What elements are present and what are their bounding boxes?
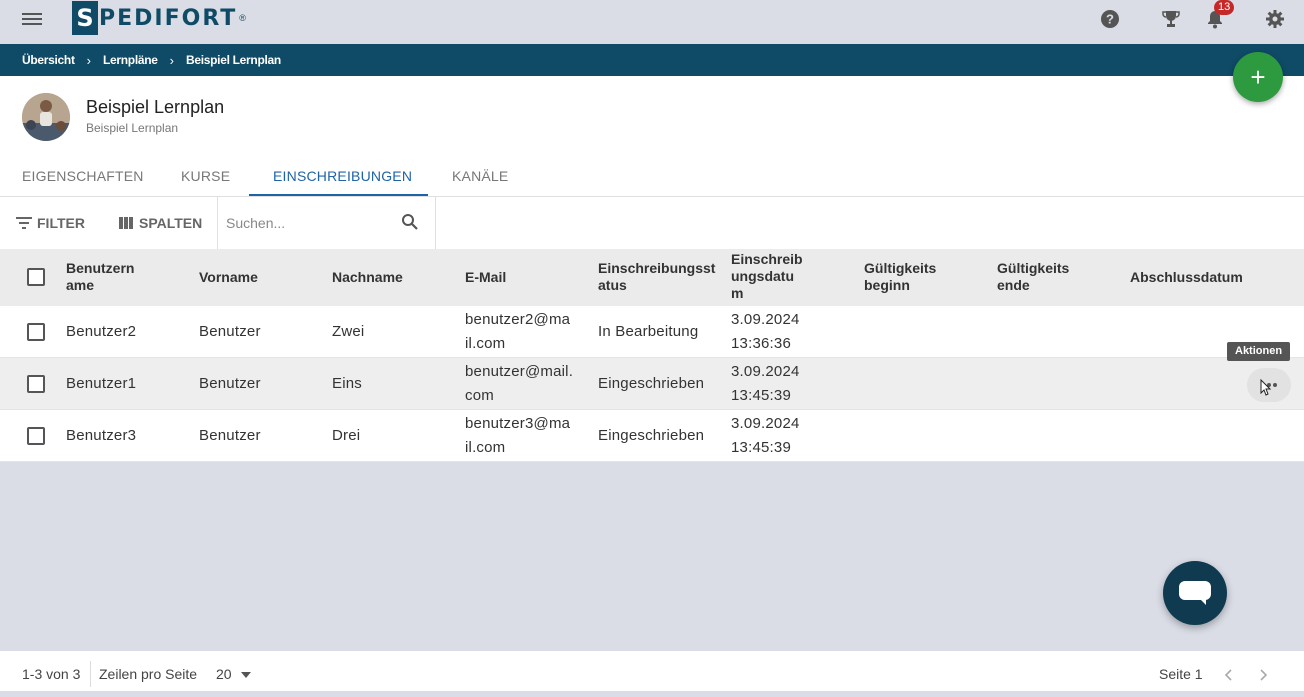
cell-username: Benutzer3 [66,427,137,444]
breadcrumb: Übersicht › Lernpläne › Beispiel Lernpla… [0,44,1304,76]
search-box [217,197,436,249]
column-header-email[interactable]: E-Mail [465,269,506,286]
cell-lastname: Drei [332,427,361,444]
table-toolbar: FILTER SPALTEN [0,197,1304,249]
tab-courses[interactable]: KURSE [181,156,230,197]
actions-tooltip: Aktionen [1227,342,1291,361]
table-row[interactable]: Benutzer3 Benutzer Drei benutzer3@ma il.c… [0,410,1304,462]
avatar [22,93,70,141]
chat-button[interactable] [1163,561,1227,625]
top-bar: S PEDIFORT ® ? 13 [0,0,1304,44]
divider [90,661,91,687]
caret-down-icon [241,672,252,679]
next-page-button[interactable] [1260,651,1268,697]
logo[interactable]: S PEDIFORT ® [72,0,246,36]
breadcrumb-overview[interactable]: Übersicht [22,53,75,67]
page-title: Beispiel Lernplan [86,97,225,117]
cell-firstname: Benutzer [199,323,261,340]
active-tab-indicator [249,194,428,196]
column-header-completion-date[interactable]: Abschlussdatum [1130,269,1243,286]
cell-username: Benutzer2 [66,323,137,340]
filter-label: FILTER [37,215,85,231]
logo-registered: ® [239,13,246,23]
cell-email: benutzer2@ma il.com [465,311,571,352]
cell-lastname: Zwei [332,323,365,340]
tab-properties[interactable]: EIGENSCHAFTEN [22,156,144,197]
table-header: Benutzern ame Vorname Nachname E-Mail Ein… [0,249,1304,306]
bell-icon[interactable]: 13 [1204,0,1235,30]
plus-icon: + [1250,61,1266,92]
filter-button[interactable]: FILTER [16,197,85,249]
add-button[interactable]: + [1233,52,1283,102]
column-header-valid-from[interactable]: Gültigkeits beginn [864,260,936,294]
tab-bar: EIGENSCHAFTEN KURSE EINSCHREIBUNGEN KANÄ… [0,156,1304,197]
column-header-status[interactable]: Einschreibungsst atus [598,260,715,294]
pagination-footer: 1-3 von 3 Zeilen pro Seite 20 Seite 1 [0,651,1304,691]
cell-enrollment-date: 3.09.2024 13:36:36 [731,311,800,352]
cell-lastname: Eins [332,375,362,392]
breadcrumb-learning-plans[interactable]: Lernpläne [103,53,158,67]
cell-status: In Bearbeitung [598,323,699,340]
more-horizontal-icon [1260,378,1277,396]
rows-per-page-label: Zeilen pro Seite [99,666,198,682]
cell-status: Eingeschrieben [598,427,705,444]
pagination-range: 1-3 von 3 [22,666,81,682]
cell-email: benutzer3@ma il.com [465,415,571,456]
breadcrumb-current: Beispiel Lernplan [186,53,281,67]
chevron-right-icon: › [86,52,91,68]
page-indicator: Seite 1 [1159,666,1203,682]
notification-badge: 13 [1214,0,1235,15]
columns-button[interactable]: SPALTEN [119,197,202,249]
menu-icon[interactable] [22,10,42,26]
columns-label: SPALTEN [139,215,203,231]
table-row[interactable]: Benutzer1 Benutzer Eins benutzer@mail. co… [0,358,1304,410]
chevron-right-icon: › [169,52,174,68]
search-input[interactable] [226,211,386,235]
trophy-icon[interactable] [1160,8,1182,30]
tab-enrollments[interactable]: EINSCHREIBUNGEN [273,156,412,197]
cell-email: benutzer@mail. com [465,363,574,404]
column-header-valid-until[interactable]: Gültigkeits ende [997,260,1069,294]
column-header-enrollment-date[interactable]: Einschreib ungsdatu m [731,251,803,302]
cell-status: Eingeschrieben [598,375,705,392]
main-panel: Beispiel Lernplan Beispiel Lernplan EIGE… [0,76,1304,462]
cell-username: Benutzer1 [66,375,137,392]
logo-mark: S [72,1,98,35]
cell-firstname: Benutzer [199,427,261,444]
column-header-lastname[interactable]: Nachname [332,269,403,286]
cell-enrollment-date: 3.09.2024 13:45:39 [731,363,800,404]
previous-page-button[interactable] [1224,651,1232,697]
chevron-left-icon [1224,669,1232,681]
columns-icon [119,217,133,229]
rows-per-page-value: 20 [216,666,232,682]
search-icon[interactable] [401,213,419,231]
row-actions-button[interactable] [1247,368,1291,402]
logo-text: PEDIFORT [99,5,238,31]
cell-firstname: Benutzer [199,375,261,392]
svg-text:?: ? [1106,12,1114,27]
chevron-right-icon [1260,669,1268,681]
gear-icon[interactable] [1264,8,1286,30]
filter-icon [16,217,32,229]
column-header-username[interactable]: Benutzern ame [66,260,134,294]
row-checkbox[interactable] [27,323,45,341]
page-subtitle: Beispiel Lernplan [86,121,179,135]
chat-bubble-icon [1179,581,1211,605]
column-header-firstname[interactable]: Vorname [199,269,258,286]
table-row[interactable]: Benutzer2 Benutzer Zwei benutzer2@ma il.c… [0,306,1304,358]
select-all-checkbox[interactable] [27,268,45,286]
cell-enrollment-date: 3.09.2024 13:45:39 [731,415,800,456]
tab-channels[interactable]: KANÄLE [452,156,508,197]
help-circle-icon[interactable]: ? [1099,8,1121,30]
rows-per-page-select[interactable]: 20 [216,651,252,697]
row-checkbox[interactable] [27,427,45,445]
row-checkbox[interactable] [27,375,45,393]
